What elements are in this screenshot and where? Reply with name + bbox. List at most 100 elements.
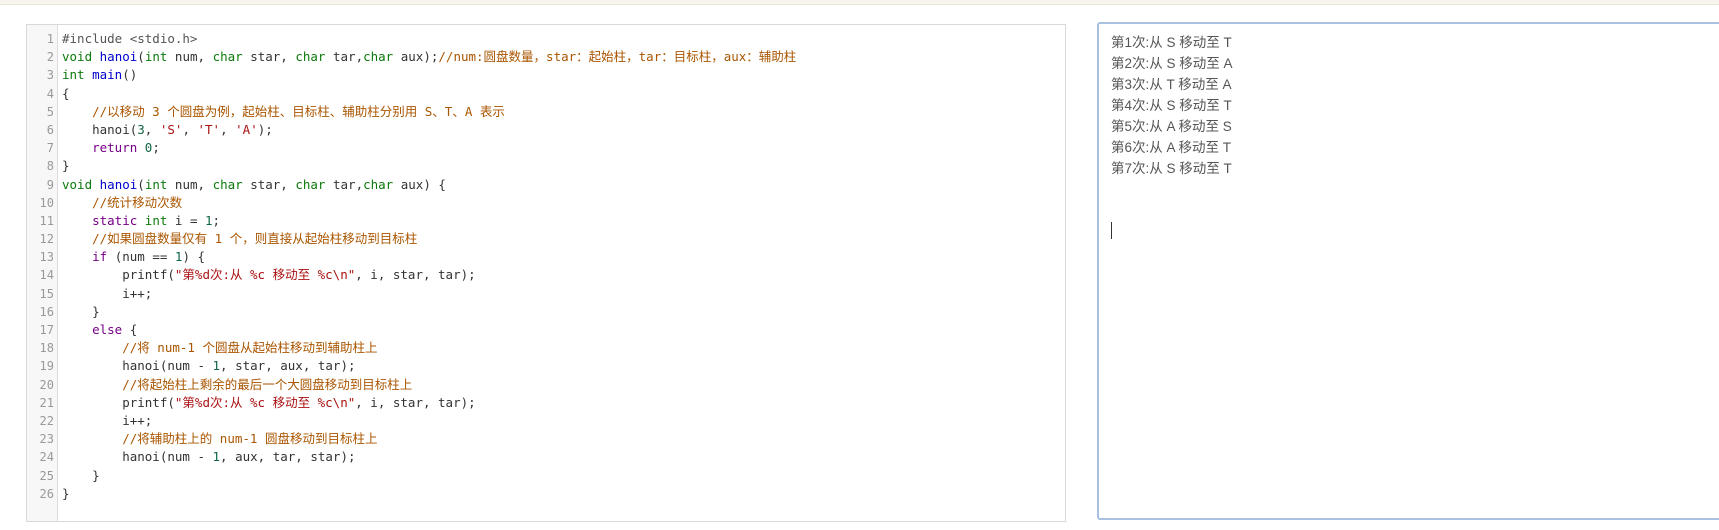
code-token: int <box>144 49 175 65</box>
code-token: void <box>62 176 100 192</box>
code-token: 'S' <box>159 121 183 137</box>
code-token: star, <box>250 176 296 192</box>
code-token: //统计移动次数 <box>92 194 183 210</box>
code-text: //如果圆盘数量仅有 1 个，则直接从起始柱移动到目标柱 <box>62 230 417 248</box>
code-token: static <box>92 212 145 228</box>
line-number: 10 <box>39 195 54 210</box>
code-line: 1 #include <stdio.h> <box>27 30 1065 48</box>
line-number: 4 <box>46 86 54 101</box>
code-token: } <box>62 485 70 501</box>
code-token: char <box>295 49 333 65</box>
code-token: , star, aux, tar); <box>220 358 356 374</box>
code-text: void hanoi(int num, char star, char tar,… <box>62 48 796 66</box>
line-number: 22 <box>39 413 54 428</box>
code-line: 21 printf("第%d次:从 %c 移动至 %c\n", i, star,… <box>27 394 1065 412</box>
line-number: 11 <box>39 213 54 228</box>
code-line: 22 i++; <box>27 412 1065 430</box>
code-token: int <box>62 67 93 83</box>
code-line: 16 } <box>27 303 1065 321</box>
line-number: 23 <box>39 432 54 447</box>
code-token: { <box>129 322 138 337</box>
code-token: int <box>144 176 175 192</box>
code-text: else { <box>62 321 137 339</box>
code-token: char <box>363 176 401 192</box>
code-text: printf("第%d次:从 %c 移动至 %c\n", i, star, ta… <box>62 266 475 284</box>
code-text: } <box>62 485 70 503</box>
code-token: char <box>295 176 333 192</box>
code-token: //将起始柱上剩余的最后一个大圆盘移动到目标柱上 <box>122 376 413 392</box>
code-token: #include <stdio.h> <box>62 31 198 46</box>
code-line: 7 return 0; <box>27 139 1065 157</box>
code-line: 11 static int i = 1; <box>27 212 1065 230</box>
line-number: 6 <box>46 122 54 137</box>
code-token: //将 num-1 个圆盘从起始柱移动到辅助柱上 <box>122 340 378 356</box>
code-editor[interactable]: 1 #include <stdio.h> 2 void hanoi(int num, … <box>26 24 1066 522</box>
line-number: 8 <box>46 159 54 174</box>
code-token: num, <box>174 176 213 192</box>
code-token: hanoi <box>99 176 138 192</box>
code-line: 15 i++; <box>27 285 1065 303</box>
line-number: 24 <box>39 450 54 465</box>
code-token: hanoi <box>99 49 138 65</box>
code-token: hanoi( <box>62 121 138 137</box>
line-number: 21 <box>39 395 54 410</box>
code-text: printf("第%d次:从 %c 移动至 %c\n", i, star, ta… <box>62 394 476 412</box>
line-number: 17 <box>39 323 54 337</box>
code-line: 6 hanoi(3, 'S', 'T', 'A'); <box>27 121 1065 139</box>
code-text: hanoi(3, 'S', 'T', 'A'); <box>62 121 273 139</box>
line-number: 1 <box>46 32 54 46</box>
code-token: void <box>62 49 100 65</box>
code-token: //以移动 3 个圆盘为例，起始柱、目标柱、辅助柱分别用 S、T、A 表示 <box>92 103 505 119</box>
code-text: //将 num-1 个圆盘从起始柱移动到辅助柱上 <box>62 339 377 357</box>
code-token: } <box>62 467 100 483</box>
code-text: void hanoi(int num, char star, char tar,… <box>62 176 446 194</box>
code-token: ( <box>137 176 145 192</box>
code-token: , i, star, tar); <box>355 394 476 410</box>
line-number: 2 <box>46 50 54 65</box>
code-token: i++; <box>62 285 153 301</box>
code-line: 19 hanoi(num - 1, star, aux, tar); <box>27 357 1065 375</box>
line-number: 19 <box>39 359 54 374</box>
code-token: 3 <box>137 121 145 137</box>
code-token: 'T' <box>197 121 221 137</box>
line-number: 16 <box>39 304 54 319</box>
code-line: 23 //将辅助柱上的 num-1 圆盘移动到目标柱上 <box>27 430 1065 448</box>
code-line: 18 //将 num-1 个圆盘从起始柱移动到辅助柱上 <box>27 339 1065 357</box>
code-text: i++; <box>62 412 152 430</box>
code-token: , <box>144 121 160 137</box>
code-token: "第%d次:从 %c 移动至 %c\n" <box>174 394 356 410</box>
code-token: , <box>182 121 198 137</box>
code-token: int <box>144 212 175 228</box>
code-token: i++; <box>62 412 153 428</box>
code-token: tar, <box>333 176 364 192</box>
code-token: if <box>92 249 115 265</box>
code-text: hanoi(num - 1, star, aux, tar); <box>62 357 356 375</box>
output-console[interactable]: 第1次:从 S 移动至 T 第2次:从 S 移动至 A 第3次:从 T 移动至 A 第… <box>1097 22 1719 520</box>
code-line: 14 printf("第%d次:从 %c 移动至 %c\n", i, star,… <box>27 266 1065 284</box>
output-line: 第1次:从 S 移动至 T <box>1111 35 1232 50</box>
code-text: if (num == 1) { <box>62 248 205 266</box>
code-text: int main() <box>62 66 137 84</box>
code-token: star, <box>250 49 296 65</box>
code-text: } <box>62 303 100 321</box>
line-number: 26 <box>39 486 54 501</box>
code-line: 3 int main() <box>27 66 1065 84</box>
code-token: char <box>363 49 401 65</box>
code-token: aux); <box>400 49 439 65</box>
code-token: num, <box>174 49 213 65</box>
code-token: printf( <box>62 267 175 283</box>
code-text: i++; <box>62 285 152 303</box>
code-token: return <box>92 140 145 156</box>
code-token: } <box>62 158 70 174</box>
output-line: 第5次:从 A 移动至 S <box>1111 119 1232 134</box>
code-line: 8} <box>27 157 1065 175</box>
code-token: //将辅助柱上的 num-1 圆盘移动到目标柱上 <box>122 431 378 447</box>
